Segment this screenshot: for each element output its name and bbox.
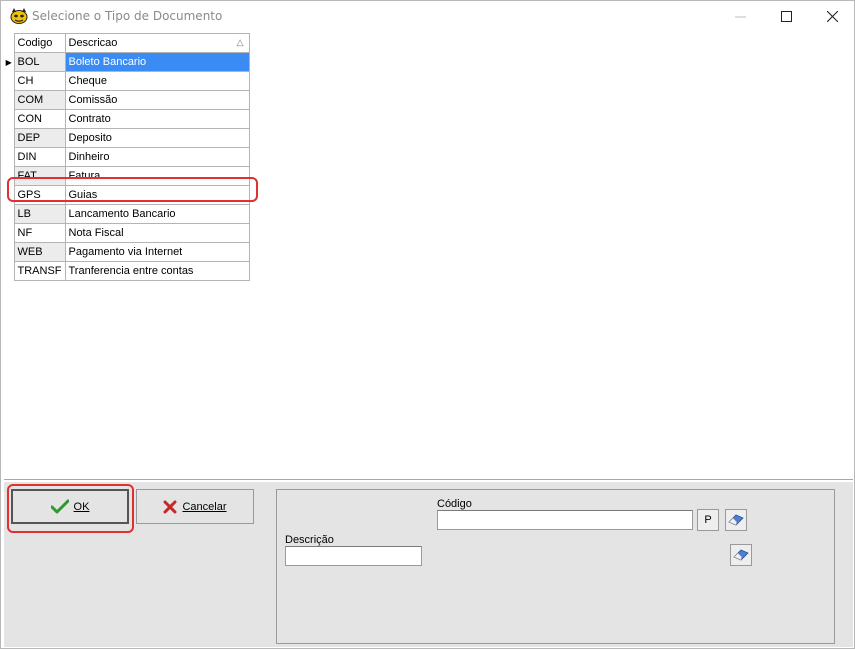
cell-descricao[interactable]: Boleto Bancario <box>64 52 250 72</box>
search-p-button-label: P <box>704 514 712 526</box>
cell-descricao[interactable]: Guias <box>64 185 250 205</box>
table-row[interactable]: WEB Pagamento via Internet <box>4 242 250 262</box>
codigo-label: Código <box>437 498 472 510</box>
table-row[interactable]: NF Nota Fiscal <box>4 223 250 243</box>
cancel-button[interactable]: Cancelar <box>136 489 254 524</box>
cell-codigo[interactable]: GPS <box>13 185 66 205</box>
table-row[interactable]: ▶ BOL Boleto Bancario <box>4 52 250 72</box>
row-indicator: ▶ <box>4 52 15 72</box>
table-row[interactable]: LB Lancamento Bancario <box>4 204 250 224</box>
column-header-descricao-label: Descricao <box>68 37 118 49</box>
cell-descricao[interactable]: Dinheiro <box>64 147 250 167</box>
checkmark-icon <box>50 499 69 513</box>
cancel-x-icon <box>163 500 177 513</box>
dialog-window: Selecione o Tipo de Documento Codigo Des… <box>0 0 855 649</box>
row-indicator <box>4 109 15 129</box>
cancel-button-label: Cancelar <box>182 500 227 513</box>
cell-codigo[interactable]: NF <box>13 223 66 243</box>
row-indicator <box>4 128 15 148</box>
filter-panel: Código P Descrição <box>276 489 835 644</box>
cell-descricao[interactable]: Lancamento Bancario <box>64 204 250 224</box>
cell-codigo[interactable]: CH <box>13 71 66 91</box>
cell-descricao[interactable]: Cheque <box>64 71 250 91</box>
bottom-panel: OK Cancelar Código P Descrição <box>4 482 853 647</box>
row-indicator <box>4 90 15 110</box>
eraser-icon <box>733 549 749 561</box>
ok-button[interactable]: OK <box>11 489 129 524</box>
title-bar[interactable]: Selecione o Tipo de Documento <box>1 1 854 32</box>
cell-codigo[interactable]: WEB <box>13 242 66 262</box>
descricao-input[interactable] <box>285 546 422 566</box>
cell-codigo[interactable]: TRANSF <box>13 261 66 281</box>
cell-descricao[interactable]: Comissão <box>64 90 250 110</box>
cell-descricao[interactable]: Pagamento via Internet <box>64 242 250 262</box>
cell-codigo[interactable]: CON <box>13 109 66 129</box>
cell-descricao[interactable]: Tranferencia entre contas <box>64 261 250 281</box>
table-row[interactable]: CH Cheque <box>4 71 250 91</box>
row-indicator <box>4 71 15 91</box>
close-icon <box>826 11 838 22</box>
cell-codigo[interactable]: COM <box>13 90 66 110</box>
current-row-arrow-icon: ▶ <box>5 57 12 67</box>
search-p-button[interactable]: P <box>697 509 719 531</box>
document-type-grid[interactable]: Codigo Descricao △ ▶ BOL Boleto Bancario CH C… <box>4 33 853 480</box>
row-indicator-header <box>4 33 15 53</box>
window-title: Selecione o Tipo de Documento <box>32 9 223 23</box>
ok-button-label: OK <box>73 500 90 513</box>
maximize-button[interactable] <box>764 1 808 32</box>
table-row[interactable]: DIN Dinheiro <box>4 147 250 167</box>
row-indicator <box>4 204 15 224</box>
app-cat-icon <box>10 8 28 24</box>
cell-descricao[interactable]: Contrato <box>64 109 250 129</box>
row-indicator <box>4 147 15 167</box>
table-row[interactable]: TRANSF Tranferencia entre contas <box>4 261 250 281</box>
close-button[interactable] <box>810 1 854 32</box>
cell-codigo[interactable]: DIN <box>13 147 66 167</box>
cell-codigo[interactable]: DEP <box>13 128 66 148</box>
descricao-label: Descrição <box>285 534 334 546</box>
column-header-descricao[interactable]: Descricao △ <box>64 33 250 53</box>
table-row[interactable]: FAT Fatura <box>4 166 250 186</box>
row-indicator <box>4 223 15 243</box>
table-row[interactable]: GPS Guias <box>4 185 250 205</box>
maximize-icon <box>780 11 792 22</box>
minimize-button[interactable] <box>718 1 762 32</box>
cell-codigo[interactable]: LB <box>13 204 66 224</box>
cell-codigo[interactable]: FAT <box>13 166 66 186</box>
cell-descricao[interactable]: Deposito <box>64 128 250 148</box>
eraser-icon <box>728 514 744 526</box>
cell-descricao[interactable]: Fatura <box>64 166 250 186</box>
grid-table: Codigo Descricao △ ▶ BOL Boleto Bancario CH C… <box>4 33 250 281</box>
cell-descricao[interactable]: Nota Fiscal <box>64 223 250 243</box>
codigo-input[interactable] <box>437 510 693 530</box>
row-indicator <box>4 185 15 205</box>
row-indicator <box>4 166 15 186</box>
column-header-codigo[interactable]: Codigo <box>13 33 66 53</box>
row-indicator <box>4 261 15 281</box>
minimize-icon <box>734 16 746 18</box>
clear-descricao-button[interactable] <box>730 544 752 566</box>
table-row[interactable]: CON Contrato <box>4 109 250 129</box>
row-indicator <box>4 242 15 262</box>
cell-codigo[interactable]: BOL <box>13 52 66 72</box>
clear-codigo-button[interactable] <box>725 509 747 531</box>
sort-ascending-icon: △ <box>236 37 244 47</box>
table-row[interactable]: COM Comissão <box>4 90 250 110</box>
table-row[interactable]: DEP Deposito <box>4 128 250 148</box>
